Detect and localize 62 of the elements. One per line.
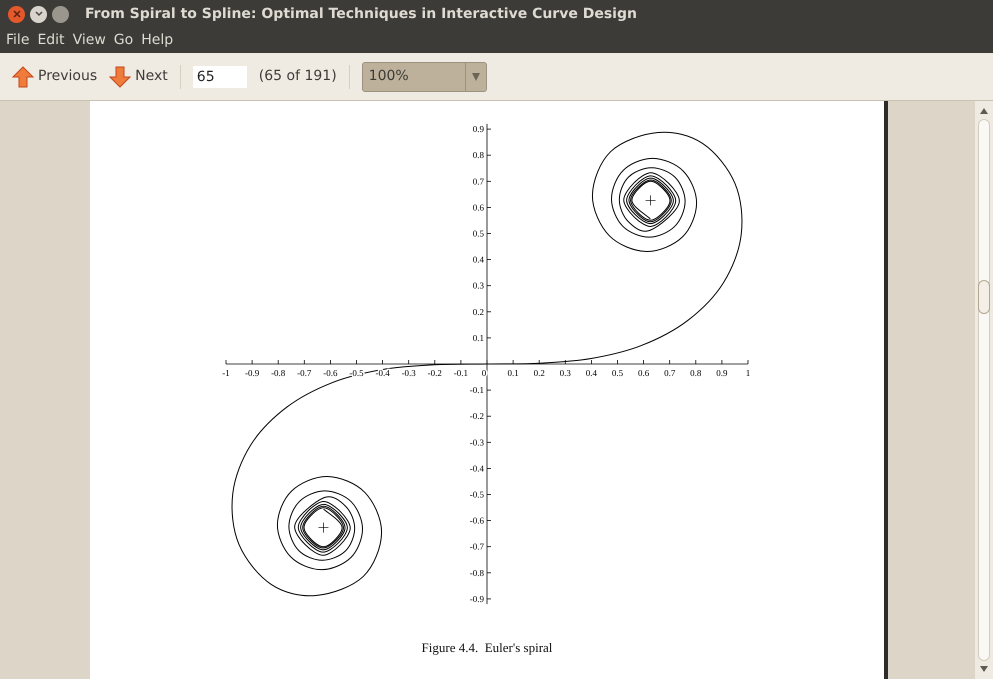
x-tick-label: -0.9 [244, 368, 260, 378]
x-tick-label: -1 [222, 368, 230, 378]
y-tick-label: 0.6 [472, 202, 484, 212]
x-tick-label: 1 [746, 368, 750, 378]
x-tick-label: 0.4 [586, 368, 598, 378]
window-title: From Spiral to Spline: Optimal Techniques in Interactive Curve Design [85, 4, 637, 24]
x-tick-label: 0.1 [507, 368, 519, 378]
y-tick-label: -0.3 [470, 437, 484, 448]
page-number-field[interactable]: 65 [192, 66, 247, 88]
y-tick-label: -0.6 [470, 516, 484, 526]
zoom-dropdown[interactable]: 100% [362, 62, 487, 92]
next-button[interactable]: Next [109, 66, 168, 88]
previous-button[interactable]: Previous [12, 66, 98, 88]
x-tick-label: 0.9 [716, 368, 728, 378]
y-tick-label: -0.5 [470, 490, 484, 500]
page-count: (65 of 191) [258, 67, 337, 86]
close-button[interactable] [8, 6, 25, 22]
y-tick-label: 0.5 [472, 228, 484, 238]
x-tick-label: -0.7 [297, 368, 312, 378]
x-tick-label: 0.8 [690, 368, 702, 378]
menu-item[interactable]: View [68, 30, 110, 51]
plus-icon [645, 195, 656, 206]
chevron-down-icon [34, 11, 42, 17]
scroll-down-icon[interactable] [979, 665, 989, 673]
close-icon [12, 10, 20, 18]
menu-item[interactable]: Help [137, 30, 178, 51]
y-tick-label: 0.8 [472, 150, 484, 160]
menu-item[interactable]: File [2, 30, 34, 51]
figure-caption: Figure 4.4. Euler's spiral [422, 639, 552, 657]
x-tick-label: -0.3 [402, 368, 416, 378]
x-tick-label: -0.6 [323, 368, 338, 378]
x-tick-label: 0.5 [612, 368, 624, 378]
x-tick-label: 0.6 [638, 368, 650, 378]
maximize-button[interactable] [52, 6, 69, 22]
y-tick-label: 0.2 [472, 306, 484, 317]
y-tick-label: -0.2 [470, 411, 484, 422]
y-tick-label: 0.1 [472, 332, 484, 343]
plus-icon [318, 522, 329, 533]
x-tick-label: 0.3 [560, 368, 571, 378]
x-tick-label: -0.1 [454, 368, 468, 378]
x-tick-label: 0 [482, 368, 486, 378]
y-tick-label: -0.9 [470, 594, 484, 604]
y-tick-label: -0.4 [470, 463, 484, 474]
x-tick-label: -0.4 [375, 368, 390, 378]
up-arrow-icon [12, 66, 34, 88]
scroll-thumb[interactable] [978, 280, 990, 314]
minimize-button[interactable] [30, 6, 47, 22]
x-tick-label: 0.2 [534, 368, 545, 378]
x-tick-label: 0.7 [664, 368, 676, 378]
menu-item[interactable]: Edit [33, 30, 69, 51]
scroll-up-icon[interactable] [979, 107, 989, 115]
y-tick-label: -0.8 [470, 568, 484, 578]
down-arrow-icon [109, 66, 132, 88]
x-tick-label: -0.2 [428, 368, 442, 378]
y-tick-label: 0.4 [472, 254, 484, 265]
x-tick-label: -0.8 [271, 368, 286, 378]
y-tick-label: -0.7 [470, 542, 484, 552]
y-tick-label: 0.7 [472, 176, 484, 186]
y-tick-label: 0.9 [472, 124, 484, 134]
y-tick-label: -0.1 [470, 385, 484, 396]
menu-item[interactable]: Go [110, 30, 138, 51]
y-tick-label: 0.3 [472, 280, 484, 291]
